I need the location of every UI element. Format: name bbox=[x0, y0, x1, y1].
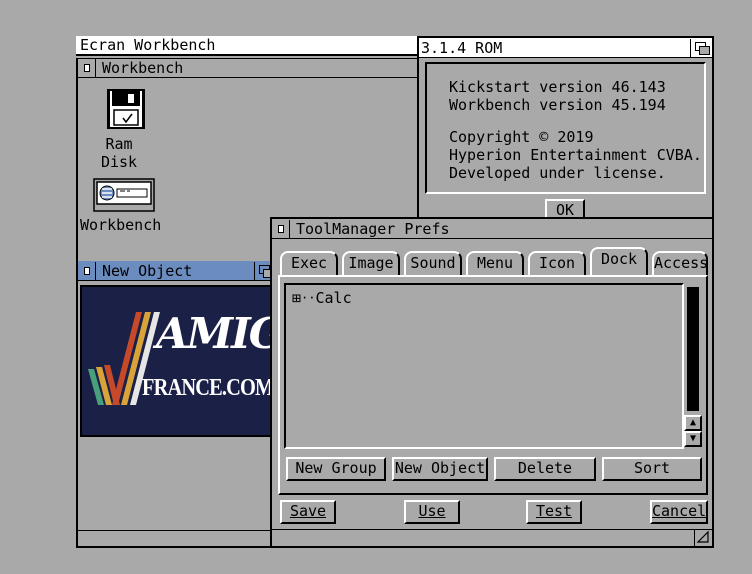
workbench-drive-label: Workbench bbox=[80, 216, 162, 234]
delete-button[interactable]: Delete bbox=[494, 457, 596, 481]
tree-item[interactable]: ⊞ ·· Calc bbox=[292, 289, 682, 307]
depth-arrange-icon[interactable] bbox=[690, 38, 712, 57]
dock-page: ⊞ ·· Calc ▲ ▼ New Group New Object Delet… bbox=[278, 275, 708, 495]
resize-gadget[interactable] bbox=[694, 530, 712, 546]
tree-connector: ·· bbox=[301, 291, 316, 305]
toolmanager-close-gadget[interactable] bbox=[272, 219, 290, 238]
tab-access[interactable]: Access bbox=[652, 251, 708, 275]
hard-drive-icon bbox=[93, 178, 155, 212]
banner-line1: AMIGA bbox=[156, 309, 272, 358]
close-icon bbox=[277, 224, 284, 233]
new-object-close-gadget[interactable] bbox=[78, 261, 96, 280]
list-scrollbar[interactable]: ▲ ▼ bbox=[684, 283, 702, 449]
resize-icon bbox=[696, 530, 709, 543]
cancel-label: Cancel bbox=[652, 502, 707, 520]
workbench-drive-icon-item[interactable]: Workbench bbox=[80, 178, 162, 234]
new-object-window: New Object AMIGA FRANCE.COM bbox=[76, 261, 276, 439]
screen-titlebar: Ecran Workbench bbox=[76, 36, 426, 56]
use-label: Use bbox=[418, 502, 446, 520]
new-object-label: New Object bbox=[394, 459, 486, 477]
new-group-button[interactable]: New Group bbox=[286, 457, 386, 481]
toolmanager-title: ToolManager Prefs bbox=[296, 219, 450, 238]
tab-menu[interactable]: Menu bbox=[466, 251, 524, 275]
new-object-titlebar[interactable]: New Object bbox=[78, 261, 276, 281]
workbench-titlebar[interactable]: Workbench bbox=[78, 58, 421, 78]
tab-bar: Exec Image Sound Menu Icon Dock Access bbox=[280, 247, 708, 275]
about-line: Developed under license. bbox=[449, 164, 666, 182]
about-line: Copyright © 2019 bbox=[449, 128, 594, 146]
close-icon bbox=[83, 64, 90, 72]
ram-disk-icon-item[interactable]: Ram Disk bbox=[84, 88, 154, 171]
floppy-disk-icon bbox=[107, 89, 145, 129]
about-line bbox=[449, 114, 704, 128]
about-line: Hyperion Entertainment CVBA. bbox=[449, 146, 702, 164]
workbench-window-title: Workbench bbox=[102, 59, 184, 77]
toolmanager-titlebar[interactable]: ToolManager Prefs bbox=[272, 219, 712, 239]
close-icon bbox=[83, 266, 90, 275]
tree-item-label: Calc bbox=[315, 289, 352, 307]
about-window: 3.1.4 ROM Kickstart version 46.143 Workb… bbox=[417, 36, 714, 232]
test-label: Test bbox=[535, 502, 573, 520]
banner-image: AMIGA FRANCE.COM bbox=[80, 285, 274, 437]
sort-button[interactable]: Sort bbox=[602, 457, 702, 481]
expand-icon[interactable]: ⊞ bbox=[292, 289, 301, 307]
scroll-up-button[interactable]: ▲ bbox=[684, 415, 702, 431]
scrollbar-knob[interactable] bbox=[685, 285, 701, 413]
about-title: 3.1.4 ROM bbox=[421, 38, 503, 57]
about-line: Kickstart version 46.143 bbox=[449, 78, 666, 96]
save-label: Save bbox=[289, 502, 327, 520]
save-button[interactable]: Save bbox=[280, 500, 336, 524]
delete-label: Delete bbox=[517, 459, 573, 477]
screen-title: Ecran Workbench bbox=[80, 36, 216, 54]
cancel-button[interactable]: Cancel bbox=[650, 500, 708, 524]
about-info-panel: Kickstart version 46.143 Workbench versi… bbox=[425, 62, 706, 194]
tab-sound[interactable]: Sound bbox=[404, 251, 462, 275]
tab-dock[interactable]: Dock bbox=[590, 247, 648, 275]
toolmanager-bottom-border bbox=[272, 529, 712, 546]
banner-line2: FRANCE.COM bbox=[142, 375, 274, 401]
sort-label: Sort bbox=[633, 459, 671, 477]
scroll-down-button[interactable]: ▼ bbox=[684, 431, 702, 447]
workbench-bottom-border bbox=[76, 530, 272, 548]
test-button[interactable]: Test bbox=[526, 500, 582, 524]
tab-image[interactable]: Image bbox=[342, 251, 400, 275]
tab-icon[interactable]: Icon bbox=[528, 251, 586, 275]
new-group-label: New Group bbox=[295, 459, 377, 477]
use-button[interactable]: Use bbox=[404, 500, 460, 524]
about-line: Workbench version 45.194 bbox=[449, 96, 666, 114]
new-object-title: New Object bbox=[102, 261, 193, 280]
arrow-down-icon: ▼ bbox=[689, 433, 697, 444]
about-titlebar[interactable]: 3.1.4 ROM bbox=[419, 38, 712, 58]
tab-exec[interactable]: Exec bbox=[280, 251, 338, 275]
dock-tree-list[interactable]: ⊞ ·· Calc bbox=[284, 283, 684, 449]
toolmanager-window: ToolManager Prefs Exec Image Sound Menu … bbox=[270, 217, 714, 548]
ram-disk-label: Ram Disk bbox=[100, 135, 138, 171]
new-object-button[interactable]: New Object bbox=[392, 457, 488, 481]
arrow-up-icon: ▲ bbox=[689, 417, 697, 428]
close-gadget[interactable] bbox=[78, 59, 96, 77]
